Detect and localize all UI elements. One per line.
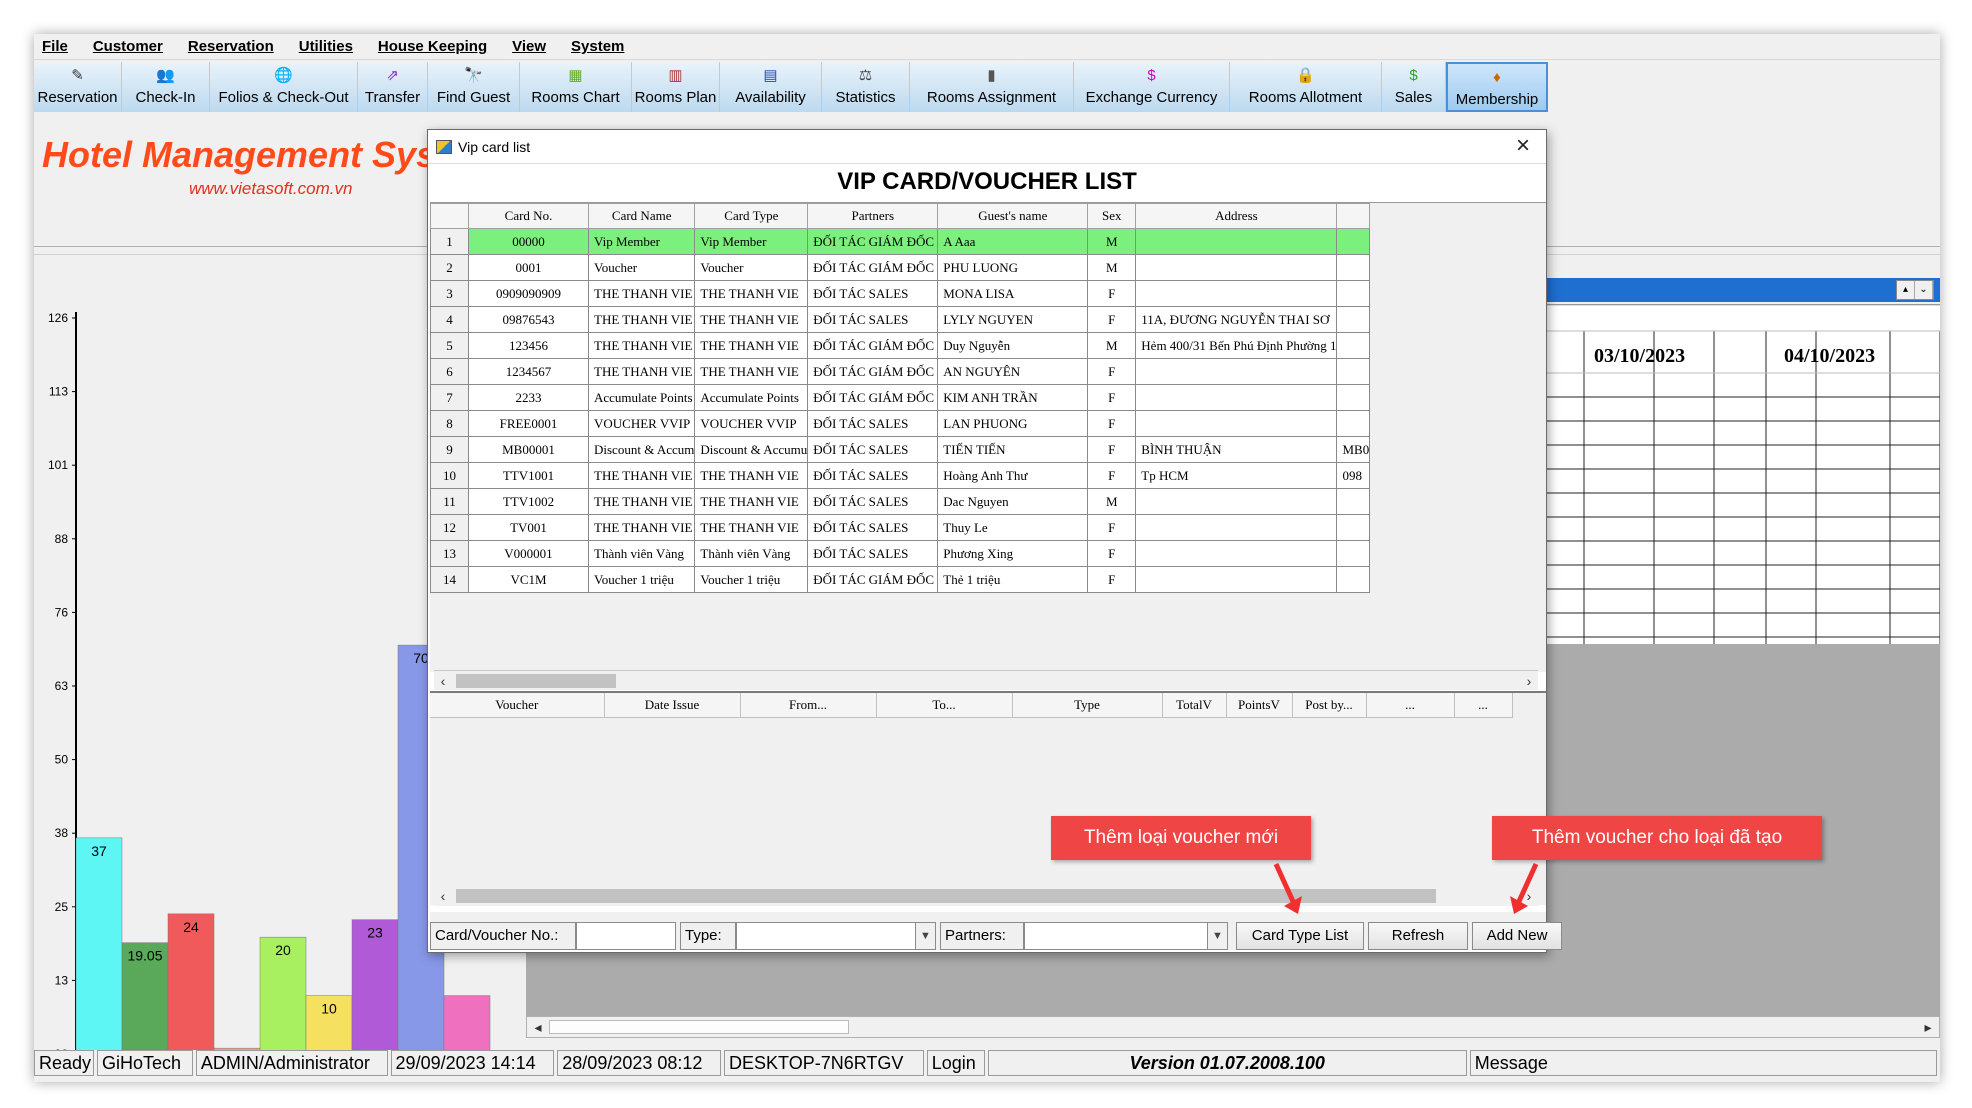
status-company: GiHoTech (97, 1050, 193, 1076)
status-ready: Ready (34, 1050, 94, 1076)
status-time-current: 29/09/2023 14:14 (390, 1050, 555, 1076)
status-version: Version 01.07.2008.100 (987, 1050, 1467, 1076)
status-machine: DESKTOP-7N6RTGV (724, 1050, 924, 1076)
callout-arrows (1273, 862, 1539, 914)
statusbar: Ready GiHoTech ADMIN/Administrator 29/09… (34, 1050, 1940, 1076)
app-window: File Customer Reservation Utilities Hous… (34, 34, 1940, 1082)
status-message: Message (1469, 1050, 1938, 1076)
status-user: ADMIN/Administrator (195, 1050, 388, 1076)
status-time-login: 28/09/2023 08:12 (557, 1050, 722, 1076)
status-login: Login (926, 1050, 985, 1076)
